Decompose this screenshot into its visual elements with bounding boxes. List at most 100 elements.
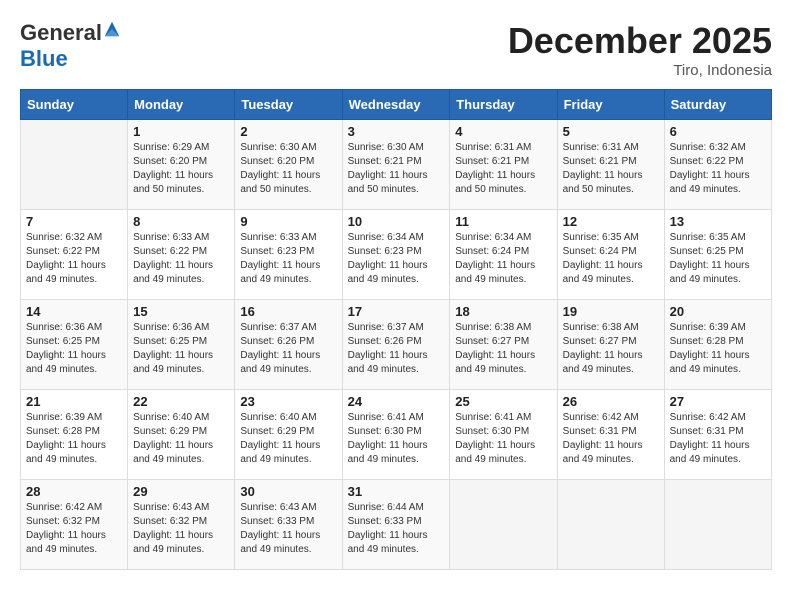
day-number: 16 [240, 304, 336, 319]
logo-general-text: General [20, 20, 102, 46]
day-info: Sunrise: 6:30 AM Sunset: 6:21 PM Dayligh… [348, 141, 445, 197]
day-number: 9 [240, 214, 336, 229]
day-info: Sunrise: 6:32 AM Sunset: 6:22 PM Dayligh… [670, 141, 766, 197]
day-number: 30 [240, 484, 336, 499]
calendar-cell: 12 Sunrise: 6:35 AM Sunset: 6:24 PM Dayli… [557, 210, 664, 300]
calendar-cell: 9Sunrise: 6:33 AM Sunset: 6:23 PM Daylig… [235, 210, 342, 300]
day-number: 5 [563, 124, 659, 139]
day-info: Sunrise: 6:37 AM Sunset: 6:26 PM Dayligh… [348, 321, 445, 377]
calendar-cell: 21Sunrise: 6:39 AM Sunset: 6:28 PM Dayli… [21, 390, 128, 480]
calendar-cell: 8 Sunrise: 6:33 AM Sunset: 6:22 PM Daylig… [128, 210, 235, 300]
day-info: Sunrise: 6:30 AM Sunset: 6:20 PM Dayligh… [240, 141, 336, 197]
calendar-cell: 31Sunrise: 6:44 AM Sunset: 6:33 PM Dayli… [342, 480, 450, 570]
day-info: Sunrise: 6:43 AM Sunset: 6:33 PM Dayligh… [240, 501, 336, 557]
day-number: 18 [455, 304, 551, 319]
day-number: 28 [26, 484, 122, 499]
calendar-header-sunday: Sunday [21, 90, 128, 120]
day-info: Sunrise: 6:31 AM Sunset: 6:21 PM Dayligh… [455, 141, 551, 197]
calendar-cell: 13Sunrise: 6:35 AM Sunset: 6:25 PM Dayli… [664, 210, 771, 300]
day-number: 15 [133, 304, 229, 319]
day-number: 11 [455, 214, 551, 229]
day-info: Sunrise: 6:32 AM Sunset: 6:22 PM Dayligh… [26, 231, 122, 287]
calendar-cell: 16 Sunrise: 6:37 AM Sunset: 6:26 PM Dayli… [235, 300, 342, 390]
day-number: 23 [240, 394, 336, 409]
calendar-cell: 3 Sunrise: 6:30 AM Sunset: 6:21 PM Daylig… [342, 120, 450, 210]
day-number: 2 [240, 124, 336, 139]
day-info: Sunrise: 6:38 AM Sunset: 6:27 PM Dayligh… [455, 321, 551, 377]
calendar-cell: 1Sunrise: 6:29 AM Sunset: 6:20 PM Daylig… [128, 120, 235, 210]
day-number: 17 [348, 304, 445, 319]
calendar-header-saturday: Saturday [664, 90, 771, 120]
day-info: Sunrise: 6:38 AM Sunset: 6:27 PM Dayligh… [563, 321, 659, 377]
calendar-cell [450, 480, 557, 570]
calendar-week-1: 1Sunrise: 6:29 AM Sunset: 6:20 PM Daylig… [21, 120, 772, 210]
day-info: Sunrise: 6:35 AM Sunset: 6:24 PM Dayligh… [563, 231, 659, 287]
calendar-cell [557, 480, 664, 570]
month-title: December 2025 [508, 20, 772, 62]
calendar-cell: 27Sunrise: 6:42 AM Sunset: 6:31 PM Dayli… [664, 390, 771, 480]
day-info: Sunrise: 6:42 AM Sunset: 6:31 PM Dayligh… [563, 411, 659, 467]
calendar-cell: 22 Sunrise: 6:40 AM Sunset: 6:29 PM Dayli… [128, 390, 235, 480]
day-info: Sunrise: 6:36 AM Sunset: 6:25 PM Dayligh… [133, 321, 229, 377]
calendar-cell: 7 Sunrise: 6:32 AM Sunset: 6:22 PM Daylig… [21, 210, 128, 300]
calendar-week-4: 21Sunrise: 6:39 AM Sunset: 6:28 PM Dayli… [21, 390, 772, 480]
day-info: Sunrise: 6:35 AM Sunset: 6:25 PM Dayligh… [670, 231, 766, 287]
calendar-cell: 25 Sunrise: 6:41 AM Sunset: 6:30 PM Dayli… [450, 390, 557, 480]
day-info: Sunrise: 6:36 AM Sunset: 6:25 PM Dayligh… [26, 321, 122, 377]
calendar-header-monday: Monday [128, 90, 235, 120]
calendar-header-friday: Friday [557, 90, 664, 120]
day-info: Sunrise: 6:33 AM Sunset: 6:22 PM Dayligh… [133, 231, 229, 287]
day-number: 8 [133, 214, 229, 229]
day-number: 6 [670, 124, 766, 139]
day-number: 24 [348, 394, 445, 409]
calendar-cell [21, 120, 128, 210]
day-number: 26 [563, 394, 659, 409]
day-info: Sunrise: 6:40 AM Sunset: 6:29 PM Dayligh… [133, 411, 229, 467]
logo: General Blue [20, 20, 121, 72]
day-info: Sunrise: 6:41 AM Sunset: 6:30 PM Dayligh… [348, 411, 445, 467]
day-number: 7 [26, 214, 122, 229]
calendar-cell: 11Sunrise: 6:34 AM Sunset: 6:24 PM Dayli… [450, 210, 557, 300]
calendar-cell: 19 Sunrise: 6:38 AM Sunset: 6:27 PM Dayli… [557, 300, 664, 390]
calendar-cell: 4 Sunrise: 6:31 AM Sunset: 6:21 PM Daylig… [450, 120, 557, 210]
day-number: 25 [455, 394, 551, 409]
day-info: Sunrise: 6:39 AM Sunset: 6:28 PM Dayligh… [670, 321, 766, 377]
title-block: December 2025 Tiro, Indonesia [508, 20, 772, 79]
day-number: 20 [670, 304, 766, 319]
calendar-header-tuesday: Tuesday [235, 90, 342, 120]
calendar-cell [664, 480, 771, 570]
calendar-header-wednesday: Wednesday [342, 90, 450, 120]
calendar-cell: 2 Sunrise: 6:30 AM Sunset: 6:20 PM Daylig… [235, 120, 342, 210]
calendar-cell: 24 Sunrise: 6:41 AM Sunset: 6:30 PM Dayli… [342, 390, 450, 480]
day-info: Sunrise: 6:41 AM Sunset: 6:30 PM Dayligh… [455, 411, 551, 467]
day-info: Sunrise: 6:40 AM Sunset: 6:29 PM Dayligh… [240, 411, 336, 467]
day-number: 29 [133, 484, 229, 499]
day-number: 19 [563, 304, 659, 319]
day-number: 4 [455, 124, 551, 139]
calendar-cell: 29 Sunrise: 6:43 AM Sunset: 6:32 PM Dayli… [128, 480, 235, 570]
calendar-cell: 15 Sunrise: 6:36 AM Sunset: 6:25 PM Dayli… [128, 300, 235, 390]
day-number: 21 [26, 394, 122, 409]
day-number: 3 [348, 124, 445, 139]
calendar-header-thursday: Thursday [450, 90, 557, 120]
page-header: General Blue December 2025 Tiro, Indones… [20, 20, 772, 79]
calendar-week-3: 14 Sunrise: 6:36 AM Sunset: 6:25 PM Dayli… [21, 300, 772, 390]
day-info: Sunrise: 6:31 AM Sunset: 6:21 PM Dayligh… [563, 141, 659, 197]
day-number: 14 [26, 304, 122, 319]
logo-icon [103, 20, 121, 38]
day-number: 12 [563, 214, 659, 229]
calendar-cell: 30 Sunrise: 6:43 AM Sunset: 6:33 PM Dayli… [235, 480, 342, 570]
calendar-cell: 23 Sunrise: 6:40 AM Sunset: 6:29 PM Dayli… [235, 390, 342, 480]
day-number: 1 [133, 124, 229, 139]
calendar-cell: 18 Sunrise: 6:38 AM Sunset: 6:27 PM Dayli… [450, 300, 557, 390]
calendar-cell: 28Sunrise: 6:42 AM Sunset: 6:32 PM Dayli… [21, 480, 128, 570]
calendar-header-row: SundayMondayTuesdayWednesdayThursdayFrid… [21, 90, 772, 120]
calendar-cell: 10Sunrise: 6:34 AM Sunset: 6:23 PM Dayli… [342, 210, 450, 300]
calendar-week-2: 7 Sunrise: 6:32 AM Sunset: 6:22 PM Daylig… [21, 210, 772, 300]
day-info: Sunrise: 6:37 AM Sunset: 6:26 PM Dayligh… [240, 321, 336, 377]
day-info: Sunrise: 6:43 AM Sunset: 6:32 PM Dayligh… [133, 501, 229, 557]
calendar-cell: 20 Sunrise: 6:39 AM Sunset: 6:28 PM Dayli… [664, 300, 771, 390]
calendar-cell: 5 Sunrise: 6:31 AM Sunset: 6:21 PM Daylig… [557, 120, 664, 210]
day-number: 22 [133, 394, 229, 409]
day-number: 27 [670, 394, 766, 409]
